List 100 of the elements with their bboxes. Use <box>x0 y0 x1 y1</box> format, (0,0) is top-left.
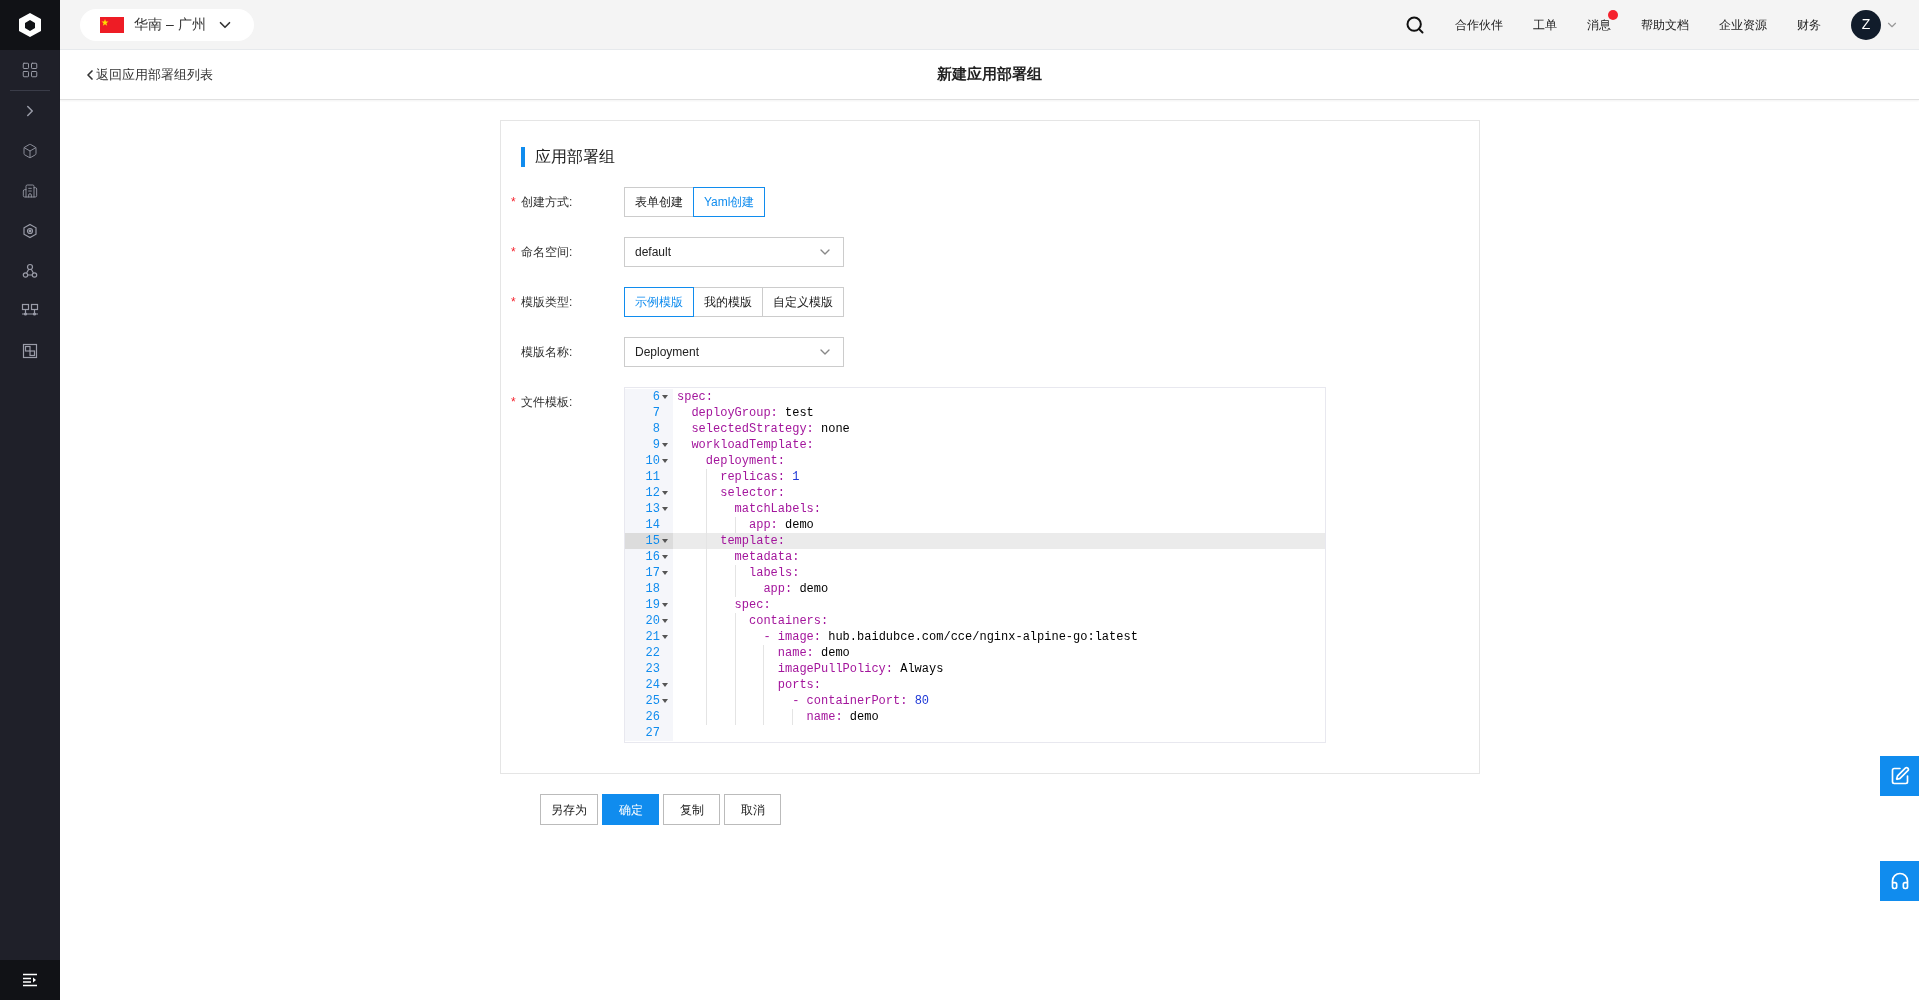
line-number: 16 <box>645 549 660 565</box>
fold-arrow-icon[interactable] <box>662 539 668 543</box>
segment-tab[interactable]: 自定义模版 <box>762 287 844 317</box>
code-line: selectedStrategy: none <box>691 421 850 437</box>
code-line: imagePullPolicy: Always <box>777 661 944 677</box>
line-number: 22 <box>645 645 660 661</box>
code-line: workloadTemplate: <box>691 437 814 453</box>
section-title: 应用部署组 <box>535 147 615 167</box>
fold-arrow-icon[interactable] <box>662 683 668 687</box>
line-number: 14 <box>645 517 660 533</box>
required-mark: * <box>511 245 516 259</box>
page-title: 新建应用部署组 <box>937 64 1042 85</box>
line-number: 23 <box>645 661 660 677</box>
line-number: 18 <box>645 581 660 597</box>
nav-link[interactable]: 消息 <box>1587 15 1611 34</box>
nav-link[interactable]: 财务 <box>1797 15 1821 34</box>
logo-icon[interactable] <box>17 12 43 38</box>
code-line: app: demo <box>763 581 829 597</box>
headphones-icon <box>1889 871 1910 891</box>
line-number: 10 <box>645 453 660 469</box>
menu-icon[interactable] <box>22 973 38 987</box>
fold-arrow-icon[interactable] <box>662 619 668 623</box>
line-number: 11 <box>645 469 660 485</box>
segment-tab[interactable]: 表单创建 <box>624 187 694 217</box>
feedback-button[interactable] <box>1880 756 1919 796</box>
code-line: deployment: <box>705 453 785 469</box>
back-link[interactable]: 返回应用部署组列表 <box>82 64 213 85</box>
fold-arrow-icon[interactable] <box>662 635 668 639</box>
fold-arrow-icon[interactable] <box>662 571 668 575</box>
fold-arrow-icon[interactable] <box>662 699 668 703</box>
field-label: 命名空间: <box>521 244 573 261</box>
edit-icon <box>1889 766 1910 786</box>
line-number: 24 <box>645 677 660 693</box>
building-icon[interactable] <box>22 183 38 199</box>
panel-icon[interactable] <box>22 343 38 359</box>
code-line: - containerPort: 80 <box>792 693 930 709</box>
grid-icon[interactable] <box>21 61 39 79</box>
fold-arrow-icon[interactable] <box>662 603 668 607</box>
region-selector[interactable]: 华南 – 广州 <box>80 8 254 41</box>
required-mark: * <box>511 395 516 409</box>
segment-tab[interactable]: 我的模版 <box>693 287 763 317</box>
action-button[interactable]: 取消 <box>724 794 781 825</box>
fold-arrow-icon[interactable] <box>662 459 668 463</box>
code-line: labels: <box>749 565 800 581</box>
fold-arrow-icon[interactable] <box>662 555 668 559</box>
flag-icon <box>100 16 124 33</box>
code-line: name: demo <box>806 709 879 725</box>
line-number: 17 <box>645 565 660 581</box>
hexagon-icon[interactable] <box>22 223 38 239</box>
line-number: 25 <box>645 693 660 709</box>
code-line: app: demo <box>749 517 814 533</box>
required-mark: * <box>511 195 516 209</box>
line-number: 9 <box>652 437 660 453</box>
code-line: selector: <box>720 485 785 501</box>
code-line: - image: hub.baidubce.com/cce/nginx-alpine-go:latest <box>763 629 1138 645</box>
segment-tab[interactable]: Yaml创建 <box>693 187 766 217</box>
code-line: name: demo <box>777 645 850 661</box>
action-button[interactable]: 确定 <box>602 794 659 825</box>
nav-link[interactable]: 工单 <box>1533 15 1557 34</box>
line-number: 8 <box>652 421 660 437</box>
code-line: matchLabels: <box>734 501 821 517</box>
code-line: metadata: <box>734 549 800 565</box>
line-number: 20 <box>645 613 660 629</box>
line-number: 13 <box>645 501 660 517</box>
field-label: 模版类型: <box>521 294 573 311</box>
field-label: 文件模板: <box>521 394 573 411</box>
cube-icon[interactable] <box>22 143 38 159</box>
line-number: 12 <box>645 485 660 501</box>
nav-link[interactable]: 企业资源 <box>1719 15 1767 34</box>
code-line: template: <box>720 533 785 549</box>
nav-link[interactable]: 帮助文档 <box>1641 15 1689 34</box>
line-number: 26 <box>645 709 660 725</box>
code-line: spec: <box>677 389 713 405</box>
line-number: 6 <box>652 389 660 405</box>
code-editor[interactable] <box>624 387 1326 743</box>
code-line: ports: <box>777 677 821 693</box>
code-line: spec: <box>734 597 771 613</box>
action-button[interactable]: 复制 <box>663 794 720 825</box>
select-field[interactable]: default <box>624 237 844 267</box>
fold-arrow-icon[interactable] <box>662 395 668 399</box>
code-line: containers: <box>749 613 829 629</box>
search-icon[interactable] <box>1405 14 1425 35</box>
line-number: 19 <box>645 597 660 613</box>
fold-arrow-icon[interactable] <box>662 491 668 495</box>
segment-tab[interactable]: 示例模版 <box>624 287 694 317</box>
support-button[interactable] <box>1880 861 1919 901</box>
line-number: 21 <box>645 629 660 645</box>
required-mark: * <box>511 295 516 309</box>
user-avatar[interactable]: Z <box>1851 9 1881 40</box>
action-button[interactable]: 另存为 <box>540 794 598 825</box>
line-number: 15 <box>645 533 660 549</box>
code-line: replicas: 1 <box>720 469 800 485</box>
nodes-icon[interactable] <box>22 263 38 279</box>
fold-arrow-icon[interactable] <box>662 443 668 447</box>
code-line: deployGroup: test <box>691 405 814 421</box>
select-field[interactable]: Deployment <box>624 337 844 367</box>
line-number: 27 <box>645 725 660 741</box>
nav-link[interactable]: 合作伙伴 <box>1455 15 1503 34</box>
fold-arrow-icon[interactable] <box>662 507 668 511</box>
network-icon[interactable] <box>21 303 39 319</box>
